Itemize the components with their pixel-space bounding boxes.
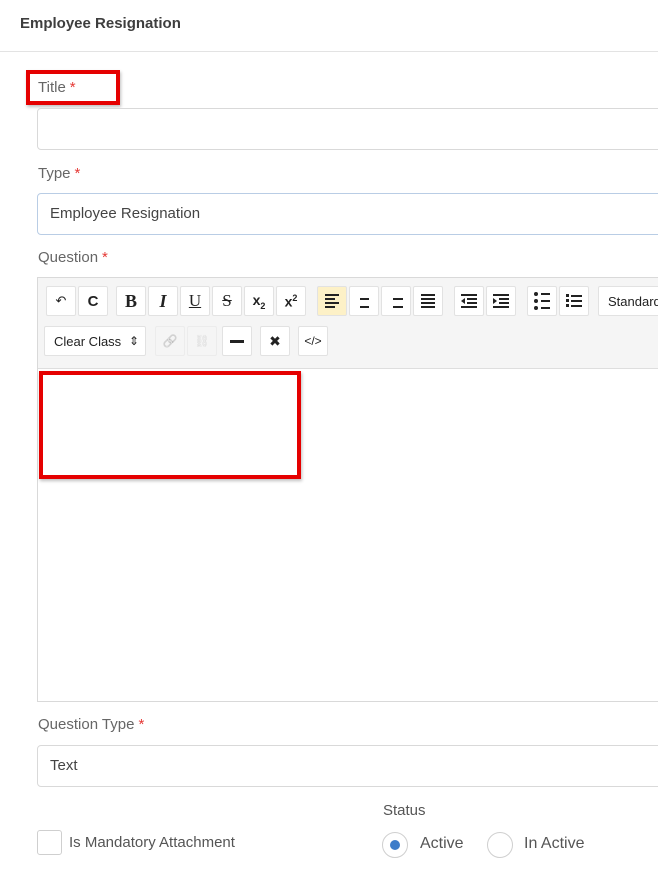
status-inactive-radio[interactable] [487, 832, 513, 858]
align-left-button[interactable] [317, 286, 347, 316]
source-code-button[interactable]: </> [298, 326, 328, 356]
horizontal-rule-icon [230, 339, 244, 343]
bullet-list-button[interactable] [527, 286, 557, 316]
bold-button[interactable]: B [116, 286, 146, 316]
subscript-icon: x2 [252, 291, 266, 311]
bullet-list-icon [534, 292, 550, 310]
title-input[interactable] [37, 108, 658, 150]
type-input[interactable]: Employee Resignation [37, 193, 658, 235]
page-header: Employee Resignation [0, 0, 658, 52]
redo-button[interactable]: C [78, 286, 108, 316]
outdent-icon [461, 294, 477, 308]
italic-icon: I [159, 290, 167, 311]
underline-icon: U [188, 291, 202, 310]
align-right-icon [389, 294, 403, 308]
indent-button[interactable] [486, 286, 516, 316]
align-center-button[interactable] [349, 286, 379, 316]
align-right-button[interactable] [381, 286, 411, 316]
editor-toolbar: ↶ C B I U S x2 x2 Standard Clear Class ⇕… [38, 278, 658, 369]
mandatory-attachment-checkbox[interactable] [37, 830, 62, 855]
numbered-list-button[interactable] [559, 286, 589, 316]
status-inactive-label[interactable]: In Active [524, 835, 584, 853]
remove-format-button[interactable]: ✖ [260, 326, 290, 356]
required-mark: * [74, 165, 81, 182]
radio-selected-dot [390, 840, 400, 850]
italic-button[interactable]: I [148, 286, 178, 316]
status-label: Status [383, 802, 426, 819]
underline-button[interactable]: U [180, 286, 210, 316]
link-icon: 🔗 [162, 334, 178, 348]
superscript-button[interactable]: x2 [276, 286, 306, 316]
unlink-icon: ⛓ [194, 334, 210, 348]
unlink-button[interactable]: ⛓ [187, 326, 217, 356]
page-title: Employee Resignation [20, 15, 181, 32]
indent-icon [493, 294, 509, 308]
status-active-radio[interactable] [382, 832, 408, 858]
align-justify-icon [421, 294, 435, 308]
type-label: Type * [38, 165, 81, 182]
question-type-select[interactable]: Text [37, 745, 658, 787]
numbered-list-icon [566, 294, 582, 307]
strikethrough-button[interactable]: S [212, 286, 242, 316]
subscript-button[interactable]: x2 [244, 286, 274, 316]
remove-format-icon: ✖ [269, 332, 281, 349]
align-left-icon [325, 294, 339, 308]
editor-highlight [39, 371, 301, 479]
title-label-highlight [26, 70, 120, 105]
question-label: Question * [38, 249, 108, 266]
required-mark: * [138, 716, 145, 733]
insert-link-button[interactable]: 🔗 [155, 326, 185, 356]
class-select[interactable]: Clear Class ⇕ [44, 326, 146, 356]
format-select[interactable]: Standard [598, 286, 658, 316]
undo-button[interactable]: ↶ [46, 286, 76, 316]
superscript-icon: x2 [284, 292, 298, 310]
horizontal-rule-button[interactable] [222, 326, 252, 356]
strikethrough-icon: S [222, 291, 232, 310]
align-center-icon [357, 294, 371, 308]
status-active-label[interactable]: Active [420, 835, 464, 853]
source-code-icon: </> [304, 334, 322, 348]
align-justify-button[interactable] [413, 286, 443, 316]
mandatory-attachment-label[interactable]: Is Mandatory Attachment [69, 834, 235, 851]
outdent-button[interactable] [454, 286, 484, 316]
question-editor: ↶ C B I U S x2 x2 Standard Clear Class ⇕… [37, 277, 658, 702]
undo-icon: ↶ [55, 293, 67, 308]
question-type-label: Question Type * [38, 716, 145, 733]
required-mark: * [102, 249, 108, 266]
select-arrow-icon: ⇕ [128, 334, 139, 348]
bold-icon: B [124, 290, 137, 311]
redo-icon: C [87, 292, 99, 310]
